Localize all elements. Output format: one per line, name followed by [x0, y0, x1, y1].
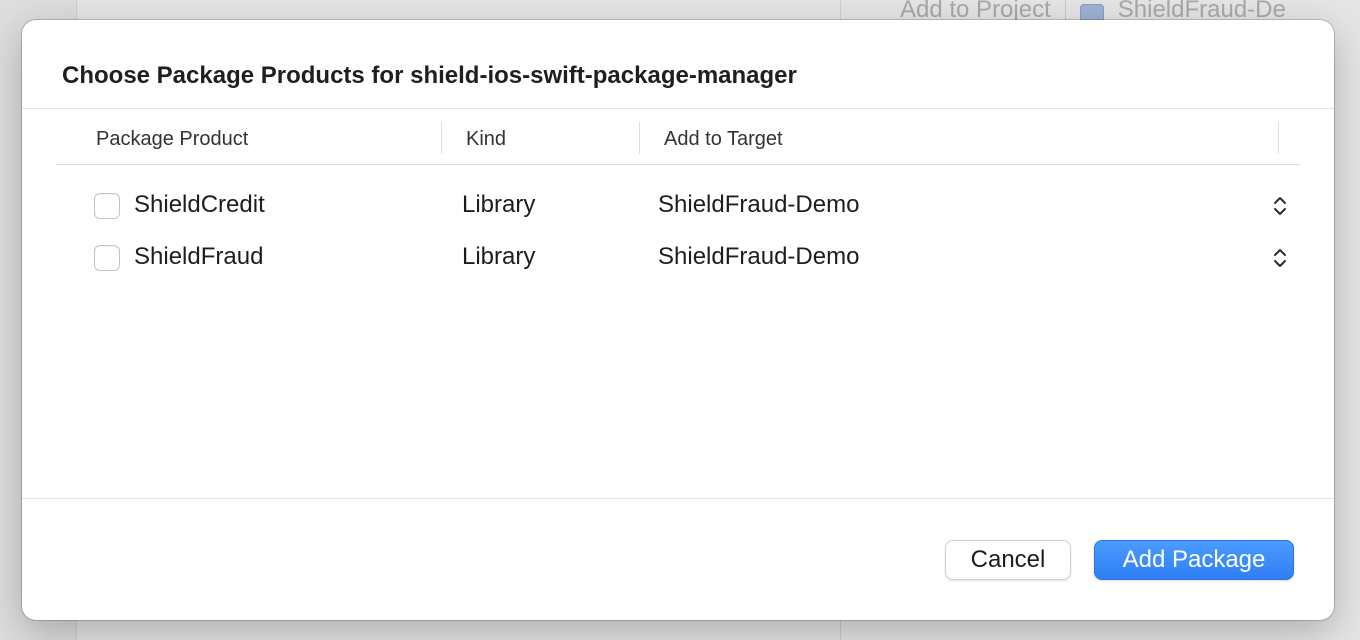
product-name: ShieldFraud [134, 243, 264, 270]
table-row[interactable]: ShieldCredit Library ShieldFraud-Demo [56, 181, 1300, 233]
footer-divider [22, 498, 1334, 499]
product-checkbox-shieldfraud[interactable] [94, 245, 120, 271]
toolbar-separator [1064, 0, 1066, 22]
toolbar-target-label: ShieldFraud-De [1117, 0, 1286, 22]
column-separator[interactable] [441, 122, 442, 154]
product-kind: Library [462, 243, 536, 270]
choose-package-products-dialog: Choose Package Products for shield-ios-s… [22, 20, 1334, 620]
column-header-package-product[interactable]: Package Product [96, 128, 248, 151]
product-checkbox-shieldcredit[interactable] [94, 193, 120, 219]
background-toolbar: Add to Project ShieldFraud-De [900, 0, 1360, 22]
column-separator[interactable] [1278, 122, 1279, 154]
add-package-button[interactable]: Add Package [1094, 540, 1294, 580]
chevron-up-down-icon[interactable] [1272, 245, 1288, 271]
table-header: Package Product Kind Add to Target [56, 120, 1300, 165]
column-header-kind[interactable]: Kind [466, 128, 506, 151]
chevron-up-down-icon[interactable] [1272, 193, 1288, 219]
add-to-project-label: Add to Project [900, 0, 1051, 22]
table-row[interactable]: ShieldFraud Library ShieldFraud-Demo [56, 233, 1300, 285]
target-popup-button[interactable]: ShieldFraud-Demo [658, 243, 859, 271]
target-popup-button[interactable]: ShieldFraud-Demo [658, 191, 859, 219]
title-divider [22, 108, 1334, 109]
column-header-add-to-target[interactable]: Add to Target [664, 128, 783, 151]
cancel-button[interactable]: Cancel [945, 540, 1071, 580]
product-kind: Library [462, 191, 536, 218]
dialog-title: Choose Package Products for shield-ios-s… [62, 62, 797, 89]
product-name: ShieldCredit [134, 191, 265, 218]
column-separator[interactable] [639, 122, 640, 154]
